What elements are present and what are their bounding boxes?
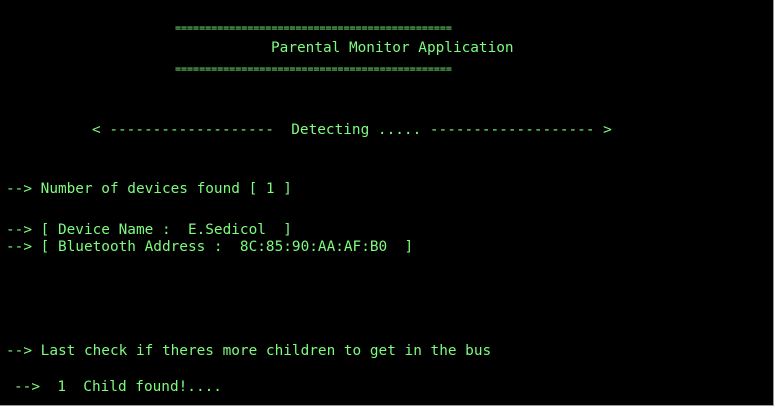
device-name-line: --> [ Device Name : E.Sedicol ] bbox=[6, 222, 292, 238]
terminal-window: ========================================… bbox=[0, 0, 774, 406]
app-title: Parental Monitor Application bbox=[271, 40, 514, 56]
bluetooth-address-line: --> [ Bluetooth Address : 8C:85:90:AA:AF… bbox=[6, 239, 414, 255]
last-check-line: --> Last check if theres more children t… bbox=[6, 343, 492, 359]
header-rule-top: ========================================… bbox=[175, 23, 452, 34]
header-rule-bottom: ========================================… bbox=[175, 64, 452, 75]
detecting-status: < ------------------- Detecting ..... --… bbox=[92, 122, 612, 138]
child-found-line: --> 1 Child found!.... bbox=[14, 379, 222, 395]
window-bottom-margin bbox=[0, 406, 778, 418]
devices-found-line: --> Number of devices found [ 1 ] bbox=[6, 181, 292, 197]
